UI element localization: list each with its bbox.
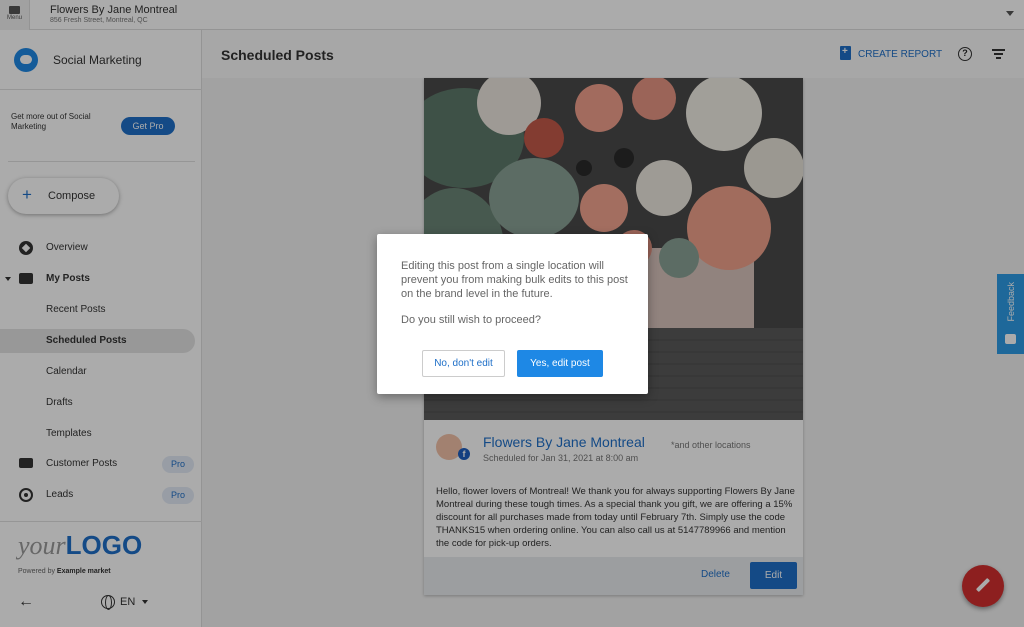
cancel-edit-button[interactable]: No, don't edit [422, 350, 505, 377]
dialog-message: Editing this post from a single location… [401, 260, 628, 300]
confirm-edit-dialog: Editing this post from a single location… [377, 234, 648, 394]
dialog-question: Do you still wish to proceed? [401, 314, 542, 326]
confirm-edit-button[interactable]: Yes, edit post [517, 350, 603, 377]
